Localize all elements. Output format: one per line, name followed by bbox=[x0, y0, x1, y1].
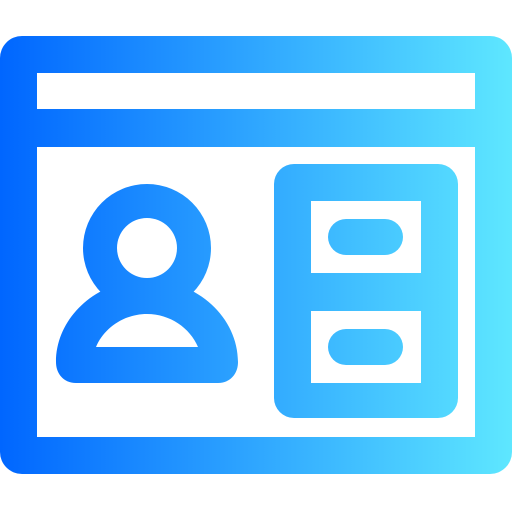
panel-frame-icon bbox=[274, 164, 458, 418]
field-pill-top-icon bbox=[328, 219, 403, 255]
icon-canvas bbox=[0, 0, 512, 512]
user-avatar-icon bbox=[56, 184, 238, 383]
side-panel-card bbox=[274, 164, 458, 418]
user-shoulders-icon bbox=[56, 280, 238, 383]
field-pill-bottom-icon bbox=[328, 329, 403, 365]
profile-window-icon bbox=[0, 36, 512, 474]
